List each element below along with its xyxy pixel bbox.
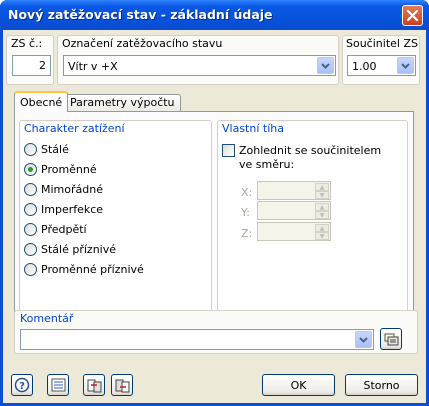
svg-text:?: ?	[19, 381, 25, 392]
chevron-down-icon	[359, 336, 368, 343]
dialog-window: Nový zatěžovací stav - základní údaje ZS…	[0, 0, 429, 406]
dialog-body: ZS č.: 2 Označení zatěžovacího stavu Vít…	[3, 30, 426, 403]
import-icon	[87, 379, 101, 392]
self-weight-checkbox[interactable]	[222, 144, 235, 157]
zs-number-field[interactable]: 2	[12, 55, 51, 76]
comment-title: Komentář	[20, 312, 74, 325]
close-icon	[406, 9, 419, 22]
radio-label: Imperfekce	[41, 203, 104, 216]
z-spinner[interactable]: ▲ ▼	[257, 222, 331, 241]
tab-general[interactable]: Obecné	[14, 91, 69, 112]
radio-circle	[24, 203, 37, 216]
list-icon	[51, 378, 65, 392]
y-spinner[interactable]: ▲ ▼	[257, 201, 331, 220]
comment-library-icon	[384, 333, 398, 345]
z-spin-down[interactable]: ▼	[315, 232, 329, 240]
radio-prestress[interactable]: Předpětí	[24, 223, 87, 236]
import-button[interactable]	[83, 374, 105, 396]
radio-circle	[24, 223, 37, 236]
radio-permanent-favorable[interactable]: Stálé příznivé	[24, 243, 116, 256]
self-weight-title: Vlastní tíha	[222, 122, 284, 135]
self-weight-checkbox-label-line1: Zohlednit se součinitelem	[239, 144, 382, 157]
factor-label: Součinitel ZS	[346, 37, 418, 50]
ok-button[interactable]: OK	[262, 374, 335, 396]
close-button[interactable]	[402, 5, 423, 26]
radio-circle	[24, 263, 37, 276]
radio-permanent[interactable]: Stálé	[24, 143, 69, 156]
x-spin-down[interactable]: ▼	[315, 191, 329, 199]
y-label: Y:	[241, 206, 250, 219]
window-title: Nový zatěžovací stav - základní údaje	[8, 7, 273, 22]
radio-label: Mimořádné	[41, 183, 103, 196]
radio-circle	[24, 183, 37, 196]
comment-library-button[interactable]	[380, 328, 402, 350]
tab-calculation-parameters[interactable]: Parametry výpočtu	[64, 94, 181, 111]
radio-circle	[24, 143, 37, 156]
comment-dropdown-button[interactable]	[355, 331, 372, 348]
zs-number-label: ZS č.:	[11, 37, 43, 50]
factor-dropdown-button[interactable]	[397, 57, 414, 74]
z-spin-up[interactable]: ▲	[315, 224, 329, 232]
radio-label: Proměnné	[41, 163, 97, 176]
radio-imperfection[interactable]: Imperfekce	[24, 203, 103, 216]
radio-accidental[interactable]: Mimořádné	[24, 183, 103, 196]
radio-variable[interactable]: Proměnné	[24, 163, 97, 176]
self-weight-checkbox-label-line2: ve směru:	[239, 158, 295, 171]
radio-circle	[24, 243, 37, 256]
designation-label: Označení zatěžovacího stavu	[62, 37, 223, 50]
x-spin-up[interactable]: ▲	[315, 183, 329, 191]
radio-variable-favorable[interactable]: Proměnné příznivé	[24, 263, 144, 276]
chevron-down-icon	[401, 62, 410, 69]
chevron-down-icon	[321, 62, 330, 69]
radio-label: Stálé příznivé	[41, 243, 116, 256]
designation-value: Vítr v +X	[68, 60, 118, 73]
radio-dot	[28, 167, 33, 172]
radio-circle-selected	[24, 163, 37, 176]
factor-value: 1.00	[352, 60, 377, 73]
x-label: X:	[241, 186, 253, 199]
comment-combo[interactable]	[20, 329, 374, 350]
x-spinner[interactable]: ▲ ▼	[257, 181, 331, 200]
cancel-button[interactable]: Storno	[345, 374, 418, 396]
factor-combo[interactable]: 1.00	[347, 55, 416, 76]
radio-label: Stálé	[41, 143, 69, 156]
help-icon: ?	[14, 377, 30, 393]
y-spin-up[interactable]: ▲	[315, 203, 329, 211]
details-button[interactable]	[47, 374, 69, 396]
load-character-title: Charakter zatížení	[24, 122, 125, 135]
designation-dropdown-button[interactable]	[317, 57, 334, 74]
z-label: Z:	[241, 227, 253, 240]
export-button[interactable]	[111, 374, 133, 396]
help-button[interactable]: ?	[11, 374, 33, 396]
title-bar[interactable]: Nový zatěžovací stav - základní údaje	[0, 0, 429, 30]
radio-label: Proměnné příznivé	[41, 263, 144, 276]
y-spin-down[interactable]: ▼	[315, 211, 329, 219]
radio-label: Předpětí	[41, 223, 87, 236]
export-icon	[115, 379, 129, 392]
designation-combo[interactable]: Vítr v +X	[63, 55, 336, 76]
